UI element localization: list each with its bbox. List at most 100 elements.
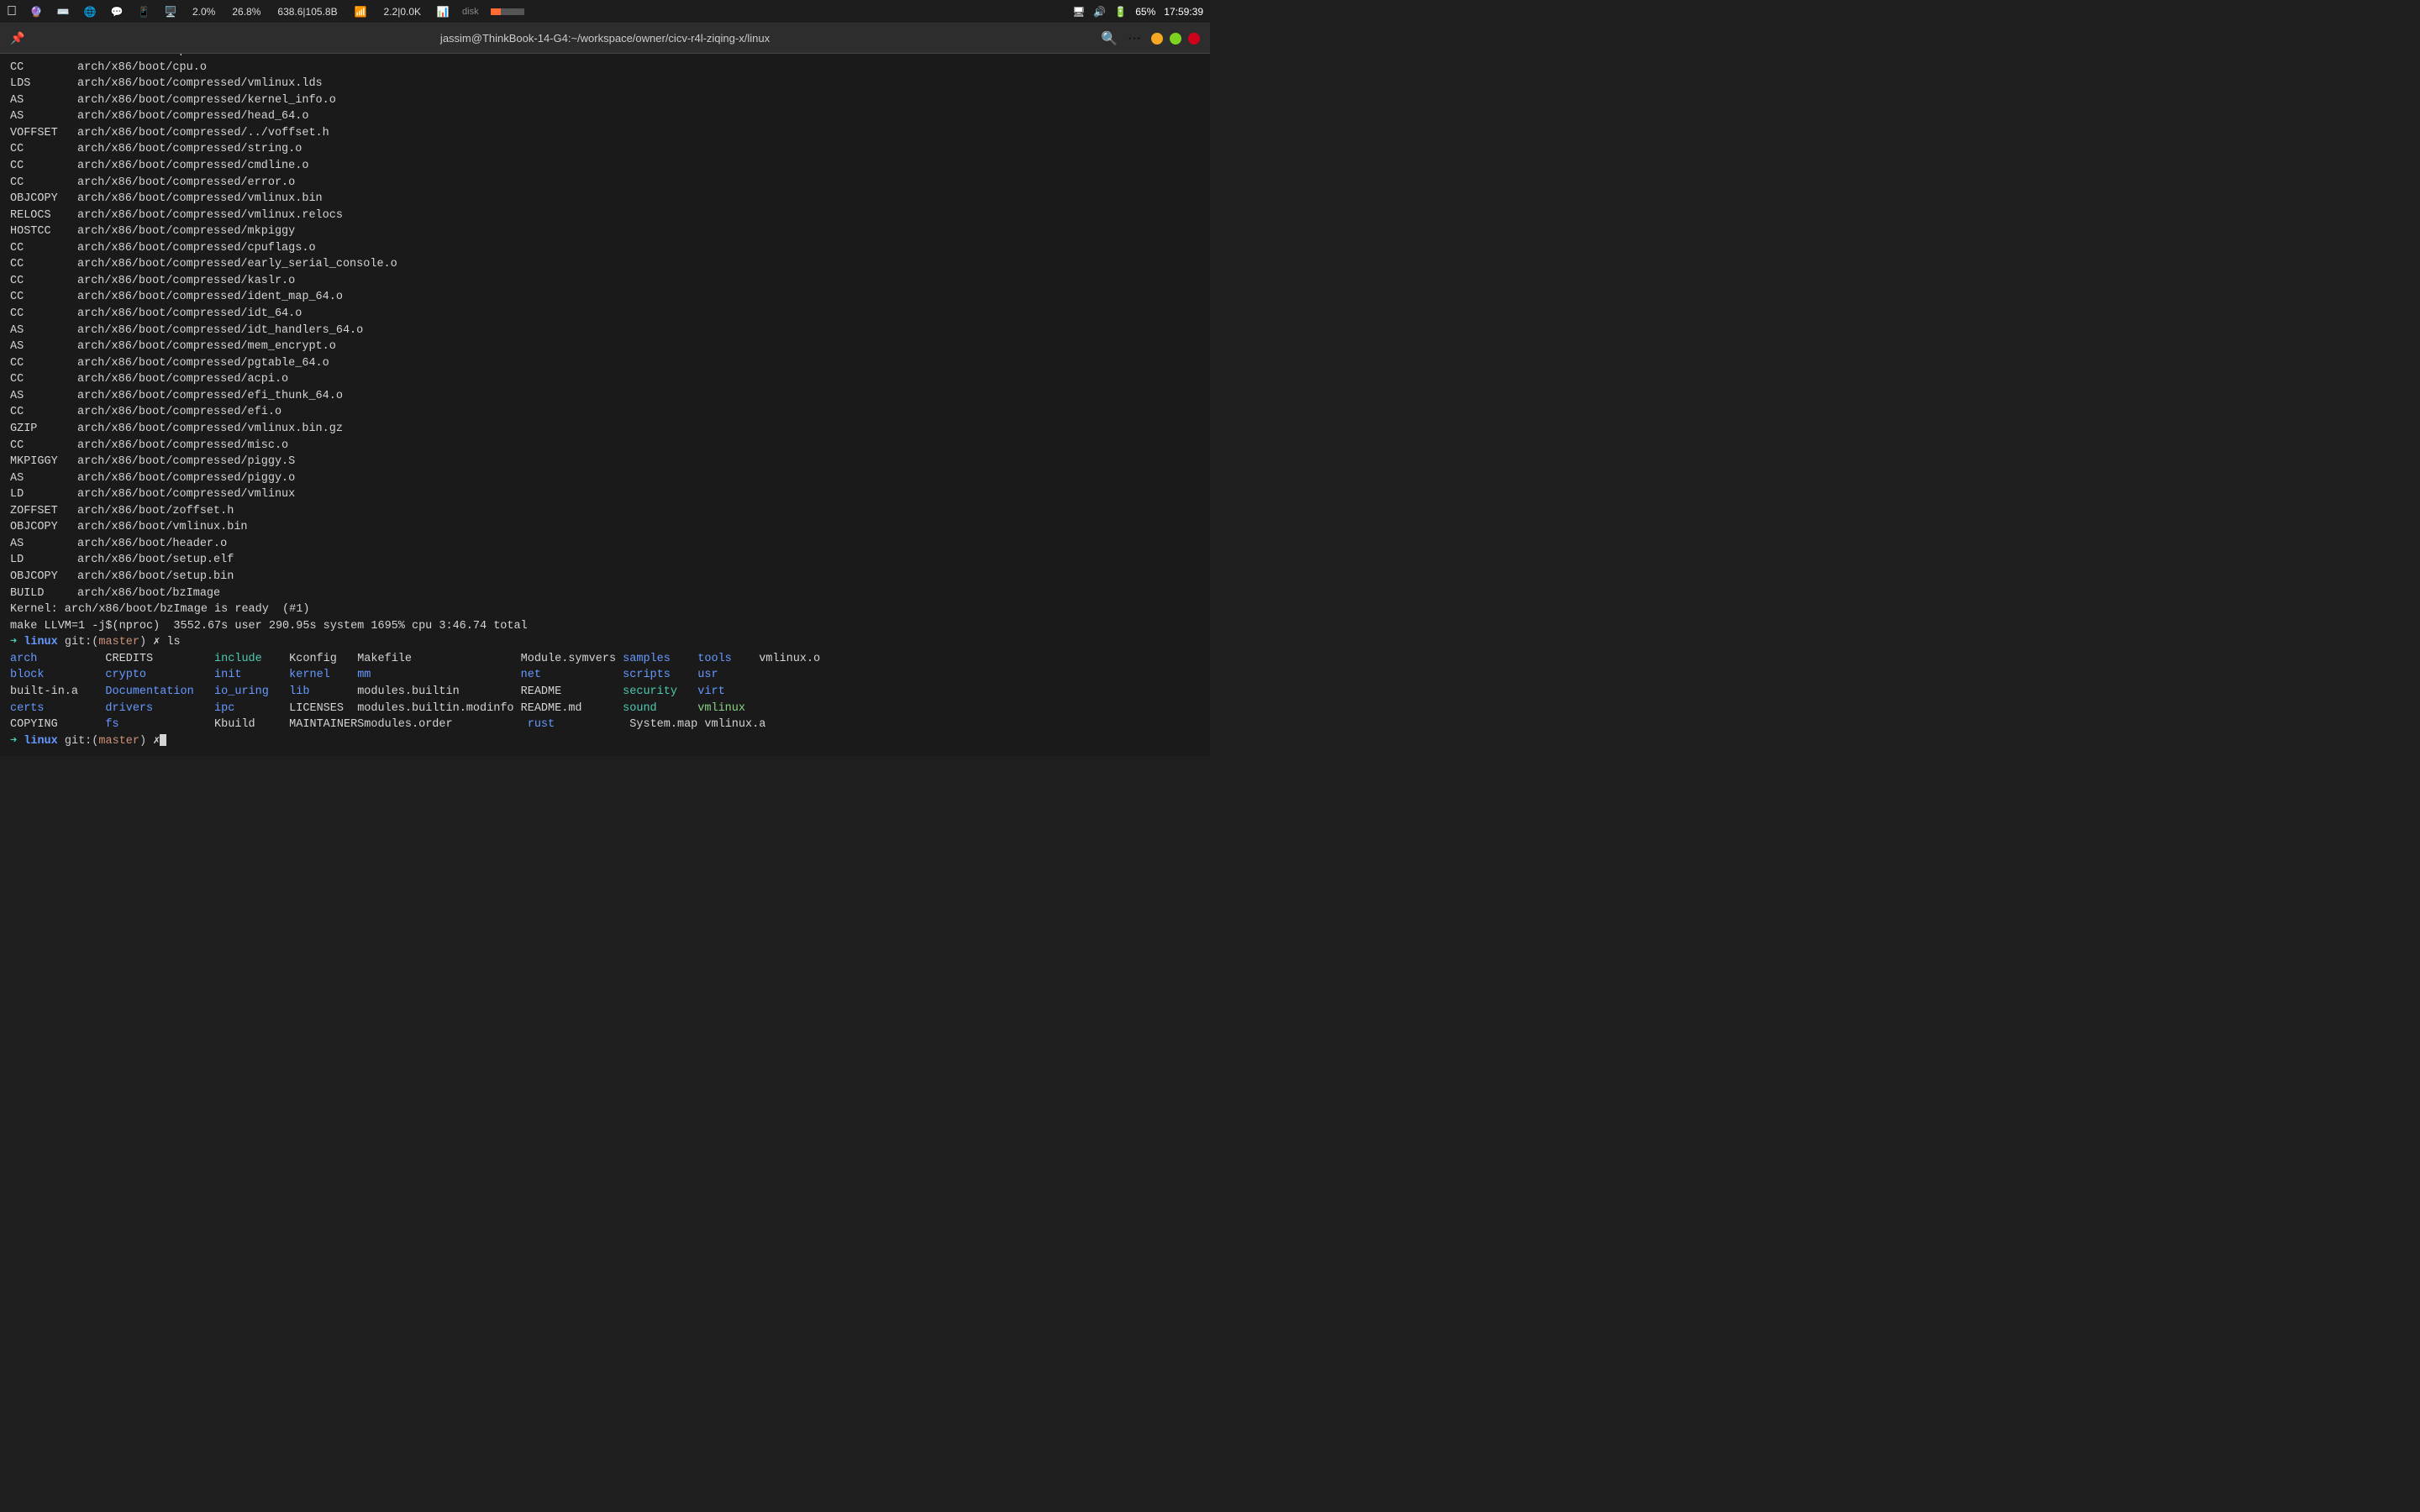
build-line: CC arch/x86/boot/compressed/error.o [10, 175, 1200, 192]
terminal-content[interactable]: CPUSTR arch/x86/boot/cpustr.hCC arch/x86… [0, 54, 1210, 756]
build-cmd: LDS [10, 76, 77, 92]
battery-stat: 65% [1135, 6, 1155, 18]
ls-item: COPYING [10, 718, 105, 731]
ls-item: arch [10, 653, 105, 665]
build-cmd: LD [10, 552, 77, 569]
build-cmd: OBJCOPY [10, 569, 77, 585]
build-path: arch/x86/boot/compressed/mkpiggy [77, 225, 295, 238]
ls-item: Documentation [105, 685, 214, 698]
ls-item: modules.order [364, 718, 527, 731]
cursor [160, 734, 166, 746]
build-cmd: OBJCOPY [10, 191, 77, 207]
build-line: CC arch/x86/boot/compressed/early_serial… [10, 256, 1200, 273]
prompt-line-1: ➜ linux git:(master) ✗ ls [10, 634, 1200, 651]
net-stat: 638.6|105.8B [275, 6, 339, 18]
build-line: ZOFFSET arch/x86/boot/zoffset.h [10, 503, 1200, 520]
ls-item: kernel [289, 669, 357, 681]
screen-icon[interactable]: 🖥 [1072, 6, 1085, 18]
prompt-host: linux [24, 636, 58, 648]
volume-icon[interactable]: 🔊 [1093, 6, 1106, 18]
prompt-branch: master [98, 636, 139, 648]
build-path: arch/x86/boot/header.o [77, 538, 227, 550]
monitor-icon[interactable]: 🖥️ [163, 4, 178, 19]
build-cmd: CC [10, 240, 77, 257]
build-path: arch/x86/boot/compressed/vmlinux.relocs [77, 209, 343, 222]
build-cmd: AS [10, 470, 77, 487]
build-path: arch/x86/boot/compressed/cmdline.o [77, 160, 308, 172]
ls-row: COPYING fs Kbuild MAINTAINERSmodules.ord… [10, 717, 1200, 733]
titlebar-left: 📌 [10, 31, 24, 45]
build-path: arch/x86/boot/compressed/idt_handlers_64… [77, 324, 363, 337]
more-icon[interactable]: ··· [1128, 31, 1141, 46]
window-controls [1151, 33, 1200, 45]
build-path: arch/x86/boot/compressed/vmlinux.lds [77, 77, 323, 90]
build-cmd: CC [10, 438, 77, 454]
mem-stat: 26.8% [229, 6, 263, 18]
apple-icon:  [7, 4, 17, 19]
menubar-right: 🖥 🔊 🔋 65% 17:59:39 [1072, 6, 1203, 18]
finder-icon[interactable]: 🔮 [29, 4, 44, 19]
terminal-titlebar: 📌 jassim@ThinkBook-14-G4:~/workspace/own… [0, 24, 1210, 54]
ls-row: certs drivers ipc LICENSES modules.built… [10, 701, 1200, 717]
build-path: arch/x86/boot/compressed/string.o [77, 143, 302, 155]
build-cmd: CC [10, 306, 77, 323]
ls-item: Module.symvers [521, 653, 623, 665]
ls-item: built-in.a [10, 685, 105, 698]
build-path: arch/x86/boot/vmlinux.bin [77, 521, 248, 533]
disk-bar [491, 8, 524, 15]
pin-icon: 📌 [10, 31, 24, 45]
ls-item: LICENSES [289, 702, 357, 715]
build-line: CC arch/x86/boot/compressed/misc.o [10, 438, 1200, 454]
menubar-left:  🔮 ⌨️ 🌐 💬 📱 🖥️ 2.0% 26.8% 638.6|105.8B … [7, 4, 1072, 19]
prompt-host-2: linux [24, 735, 58, 748]
build-line: CC arch/x86/boot/compressed/idt_64.o [10, 306, 1200, 323]
build-cmd: AS [10, 536, 77, 553]
build-path: arch/x86/boot/compressed/vmlinux [77, 488, 295, 501]
search-icon[interactable]: 🔍 [1101, 30, 1118, 47]
build-line: OBJCOPY arch/x86/boot/setup.bin [10, 569, 1200, 585]
build-line: AS arch/x86/boot/compressed/head_64.o [10, 108, 1200, 125]
build-line: OBJCOPY arch/x86/boot/compressed/vmlinux… [10, 191, 1200, 207]
battery-icon[interactable]: 🔋 [1114, 6, 1127, 18]
ls-item: System.map [629, 718, 704, 731]
build-line: CC arch/x86/boot/compressed/cmdline.o [10, 158, 1200, 175]
ls-item: sound [623, 702, 697, 715]
ls-item: vmlinux [697, 702, 759, 715]
prompt-git-2: git:( [65, 735, 99, 748]
ls-item: Kconfig [289, 653, 357, 665]
ls-row: arch CREDITS include Kconfig Makefile Mo… [10, 651, 1200, 668]
build-path: arch/x86/boot/compressed/efi.o [77, 406, 281, 418]
ls-item: block [10, 669, 105, 681]
activity-icon[interactable]: 📊 [435, 4, 450, 19]
ls-item: tools [697, 653, 759, 665]
build-path: arch/x86/boot/compressed/pgtable_64.o [77, 357, 329, 370]
build-cmd: RELOCS [10, 207, 77, 224]
ls-item: vmlinux.a [704, 718, 765, 731]
minimize-button[interactable] [1151, 33, 1163, 45]
ls-item: fs [105, 718, 214, 731]
ls-item: Makefile [357, 653, 520, 665]
wechat-icon[interactable]: 💬 [109, 4, 124, 19]
maximize-button[interactable] [1170, 33, 1181, 45]
ls-item: virt [697, 685, 759, 698]
ls-item: CREDITS [105, 653, 214, 665]
build-line: LD arch/x86/boot/compressed/vmlinux [10, 486, 1200, 503]
build-line: AS arch/x86/boot/compressed/mem_encrypt.… [10, 339, 1200, 355]
terminal-icon[interactable]: ⌨️ [55, 4, 71, 19]
app-icon[interactable]: 📱 [136, 4, 151, 19]
ls-item: scripts [623, 669, 697, 681]
ls-item: README [521, 685, 623, 698]
build-line: CC arch/x86/boot/compressed/pgtable_64.o [10, 355, 1200, 372]
build-path: arch/x86/boot/zoffset.h [77, 505, 234, 517]
ls-item: mm [357, 669, 520, 681]
build-cmd: HOSTCC [10, 223, 77, 240]
chrome-icon[interactable]: 🌐 [82, 4, 97, 19]
close-button[interactable] [1188, 33, 1200, 45]
wifi-stat: 📶 [352, 6, 370, 18]
prompt-cmd: ✗ ls [153, 636, 180, 648]
build-cmd: CC [10, 141, 77, 158]
build-cmd: CC [10, 60, 77, 76]
build-path: arch/x86/boot/compressed/mem_encrypt.o [77, 340, 336, 353]
build-line: OBJCOPY arch/x86/boot/vmlinux.bin [10, 519, 1200, 536]
build-line: VOFFSET arch/x86/boot/compressed/../voff… [10, 125, 1200, 142]
